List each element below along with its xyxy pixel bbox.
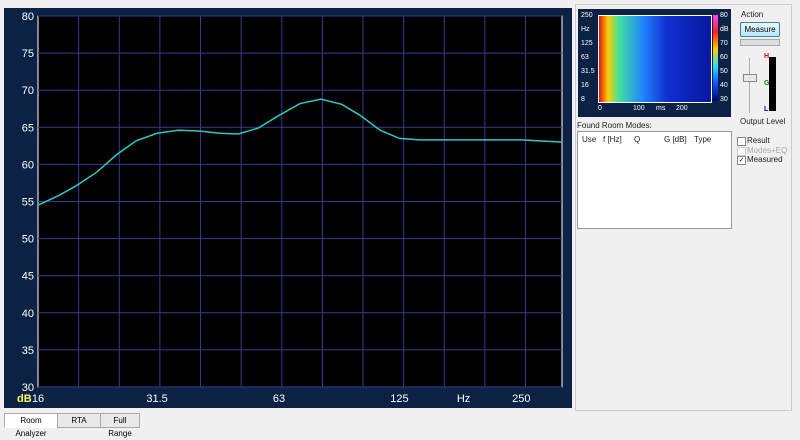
action-title: Action [741, 10, 764, 19]
spectrogram: 250 Hz 125 63 31.5 16 8 0 100 ms 200 80 dB 70 60 50 40 30 [578, 9, 731, 117]
room-modes-title: Found Room Modes: [577, 121, 652, 130]
col-q: Q [634, 135, 641, 144]
measure-button[interactable]: Measure [740, 22, 780, 37]
y-tick-label: 45 [22, 271, 34, 283]
col-use: Use [582, 135, 597, 144]
spectrogram-y-tick: 125 [581, 40, 593, 47]
x-tick-label: 125 [390, 393, 408, 405]
meter-high-label: H [764, 53, 770, 60]
result-checkbox[interactable] [737, 137, 746, 146]
spectrogram-scale-tick: dB [720, 26, 729, 33]
y-tick-label: 65 [22, 122, 34, 134]
spectrogram-scale-tick: 40 [720, 82, 728, 89]
spectrogram-x-tick: ms [656, 105, 666, 112]
spectrogram-y-tick: 16 [581, 82, 589, 89]
y-tick-label: 40 [22, 308, 34, 320]
progress-bar [740, 39, 780, 46]
spectrogram-y-tick: 250 [581, 12, 593, 19]
meter-good-label: G [764, 80, 770, 87]
tab-full-range[interactable]: Full Range [100, 413, 140, 438]
modes-eq-label: Modes+EQ [747, 146, 788, 155]
spectrogram-x-tick: 0 [598, 105, 602, 112]
result-label: Result [747, 136, 770, 145]
room-modes-table[interactable]: Use f [Hz] Q G [dB] Type [577, 131, 732, 229]
x-tick-label: 63 [273, 393, 285, 405]
output-level-label: Output Level [740, 117, 786, 126]
x-axis-unit: Hz [457, 393, 470, 405]
spectrogram-image [598, 15, 712, 103]
output-level-slider[interactable] [743, 74, 757, 82]
spectrogram-scale-tick: 50 [720, 68, 728, 75]
color-scale-bar [713, 15, 718, 101]
col-freq: f [Hz] [603, 135, 622, 144]
tab-rta[interactable]: RTA [57, 413, 101, 428]
meter-low-label: L [764, 106, 769, 113]
col-type: Type [694, 135, 712, 144]
spectrogram-scale-tick: 70 [720, 40, 728, 47]
output-level-track [749, 58, 750, 113]
spectrogram-x-tick: 100 [633, 105, 645, 112]
modes-eq-checkbox[interactable] [737, 147, 746, 156]
frequency-response-panel: 30 35 40 45 50 55 60 65 70 75 80 16 31.5 63 125 250 dB Hz [4, 8, 572, 408]
spectrogram-x-tick: 200 [676, 105, 688, 112]
spectrogram-y-tick: Hz [581, 26, 590, 33]
y-tick-label: 60 [22, 159, 34, 171]
level-meter [769, 57, 776, 111]
x-tick-label: 31.5 [146, 393, 167, 405]
y-tick-label: 70 [22, 85, 34, 97]
y-axis-unit: dB [17, 393, 32, 405]
spectrogram-y-tick: 31.5 [581, 68, 595, 75]
spectrogram-scale-tick: 80 [720, 12, 728, 19]
y-tick-label: 80 [22, 11, 34, 23]
spectrogram-scale-tick: 30 [720, 96, 728, 103]
x-tick-label: 250 [512, 393, 530, 405]
col-gain: G [dB] [664, 135, 687, 144]
x-tick-label: 16 [32, 393, 44, 405]
y-tick-label: 55 [22, 197, 34, 209]
tab-room-analyzer[interactable]: Room Analyzer [4, 413, 58, 438]
y-tick-label: 35 [22, 345, 34, 357]
spectrogram-y-tick: 8 [581, 96, 585, 103]
measured-label: Measured [747, 155, 783, 164]
measured-checkbox[interactable]: ✓ [737, 156, 746, 165]
spectrogram-y-tick: 63 [581, 54, 589, 61]
y-tick-label: 75 [22, 48, 34, 60]
y-tick-label: 50 [22, 234, 34, 246]
spectrogram-scale-tick: 60 [720, 54, 728, 61]
frequency-response-chart: 303540455055606570758016 31.5 63 125 250dB Hz [17, 11, 563, 405]
